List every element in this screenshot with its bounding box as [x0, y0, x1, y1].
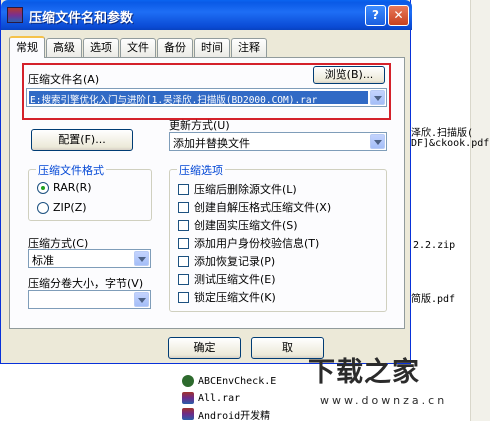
option-label: 创建固实压缩文件(S)	[194, 219, 298, 232]
option-recovery-record[interactable]: 添加恢复记录(P)	[178, 253, 275, 269]
radio-selected-icon	[37, 181, 49, 194]
option-solid[interactable]: 创建固实压缩文件(S)	[178, 217, 298, 233]
tab-backup[interactable]: 备份	[157, 38, 193, 57]
compression-method-select[interactable]: 标准	[28, 249, 151, 268]
file-name: All.rar	[198, 392, 241, 404]
tab-strip: 常规 高级 选项 文件 备份 时间 注释	[9, 36, 268, 58]
explorer-scrollbar[interactable]	[470, 0, 490, 421]
checkbox-icon	[178, 219, 189, 231]
radio-label: ZIP(Z)	[53, 201, 87, 214]
checkbox-icon	[178, 237, 189, 249]
exe-icon	[182, 375, 194, 387]
file-name: ABCEnvCheck.E	[198, 375, 277, 387]
tab-options[interactable]: 选项	[83, 38, 119, 57]
archive-format-group: 压缩文件格式 RAR(R) ZIP(Z)	[28, 162, 152, 221]
highlight-annotation	[22, 63, 391, 120]
tab-advanced[interactable]: 高级	[46, 38, 82, 57]
tab-comment[interactable]: 注释	[231, 38, 267, 57]
option-authenticity[interactable]: 添加用户身份校验信息(T)	[178, 235, 319, 251]
ok-button[interactable]: 确定	[168, 337, 241, 359]
option-delete-after[interactable]: 压缩后删除源文件(L)	[178, 181, 297, 197]
option-label: 锁定压缩文件(K)	[194, 291, 276, 304]
watermark-logo: 下载之家	[308, 357, 420, 388]
chevron-down-icon[interactable]	[134, 251, 149, 266]
bg-file-name: 简版.pdf	[411, 294, 456, 305]
archive-format-title: 压缩文件格式	[36, 162, 106, 178]
checkbox-icon	[178, 291, 189, 303]
close-button[interactable]: ✕	[388, 5, 409, 26]
update-mode-label: 更新方式(U)	[169, 119, 230, 132]
bg-file-name: 2.2.zip	[413, 240, 456, 251]
archive-options-title: 压缩选项	[177, 162, 225, 178]
option-test-archive[interactable]: 测试压缩文件(E)	[178, 271, 276, 287]
split-volumes-label: 压缩分卷大小，字节(V)	[28, 277, 144, 290]
watermark: 下载之家 www.downza.cn	[290, 342, 470, 421]
tab-general[interactable]: 常规	[9, 36, 45, 58]
tab-time[interactable]: 时间	[194, 38, 230, 57]
option-sfx[interactable]: 创建自解压格式压缩文件(X)	[178, 199, 331, 215]
window-title: 压缩文件名和参数	[29, 11, 134, 26]
archive-options-group: 压缩选项 压缩后删除源文件(L) 创建自解压格式压缩文件(X) 创建固实压缩文件…	[169, 162, 387, 312]
radio-unselected-icon	[37, 201, 49, 214]
checkbox-icon	[178, 273, 189, 285]
archive-dialog: 压缩文件名和参数 ? ✕ 常规 高级 选项 文件 备份 时间 注释 压缩文件名(…	[0, 0, 412, 364]
update-mode-select[interactable]: 添加并替换文件	[169, 132, 387, 151]
update-mode-value: 添加并替换文件	[173, 137, 250, 150]
help-button[interactable]: ?	[365, 5, 386, 26]
file-list-item[interactable]: All.rar	[182, 391, 240, 405]
radio-label: RAR(R)	[53, 181, 92, 194]
radio-rar[interactable]: RAR(R)	[37, 181, 92, 194]
checkbox-icon	[178, 201, 189, 213]
chevron-down-icon[interactable]	[134, 292, 149, 307]
option-label: 添加恢复记录(P)	[194, 255, 276, 268]
option-label: 压缩后删除源文件(L)	[194, 183, 297, 196]
checkbox-icon	[178, 183, 189, 195]
radio-zip[interactable]: ZIP(Z)	[37, 201, 87, 214]
watermark-url: www.downza.cn	[320, 394, 448, 407]
bg-file-name: 泽欣.扫描版(	[411, 128, 474, 139]
option-label: 创建自解压格式压缩文件(X)	[194, 201, 332, 214]
chevron-down-icon[interactable]	[370, 134, 385, 149]
bg-file-name: DF]&ckook.pdf	[411, 138, 490, 149]
rar-icon	[182, 408, 194, 420]
rar-icon	[182, 392, 194, 404]
compression-method-value: 标准	[32, 254, 54, 267]
profiles-button[interactable]: 配置(F)...	[31, 129, 133, 151]
checkbox-icon	[178, 255, 189, 267]
file-name: Android开发精	[198, 410, 271, 422]
file-list-item[interactable]: Android开发精	[182, 407, 271, 422]
tab-files[interactable]: 文件	[120, 38, 156, 57]
file-list-item[interactable]: ABCEnvCheck.E	[182, 374, 276, 388]
winrar-icon	[7, 7, 23, 23]
title-bar[interactable]: 压缩文件名和参数 ? ✕	[1, 0, 412, 30]
option-label: 添加用户身份校验信息(T)	[194, 237, 320, 250]
split-volumes-select[interactable]	[28, 290, 151, 309]
option-label: 测试压缩文件(E)	[194, 273, 276, 286]
option-lock-archive[interactable]: 锁定压缩文件(K)	[178, 289, 276, 305]
